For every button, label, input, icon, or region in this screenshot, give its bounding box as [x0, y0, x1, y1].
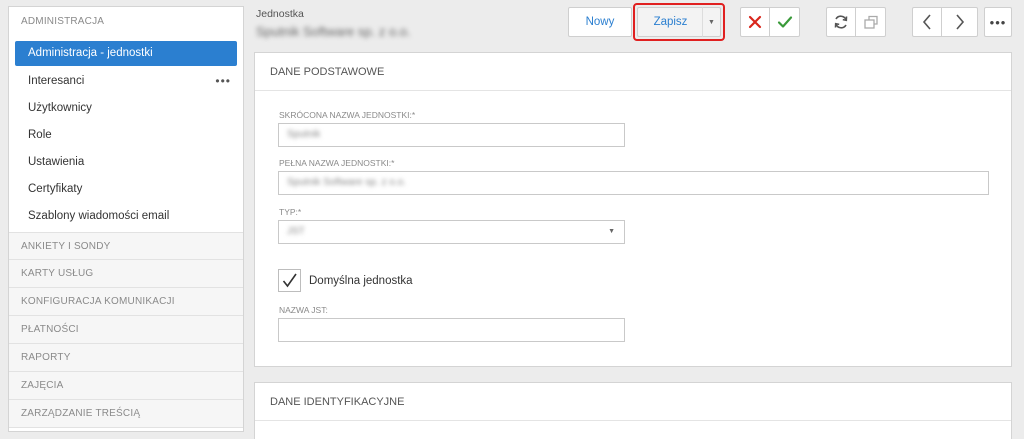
type-label: TYP:*	[279, 207, 302, 217]
short-name-field[interactable]: Sputnik	[278, 123, 625, 147]
panel-basic-data: DANE PODSTAWOWE SKRÓCONA NAZWA JEDNOSTKI…	[254, 52, 1012, 367]
full-name-value: Sputnik Software sp. z o.o.	[287, 177, 406, 188]
sidebar: ADMINISTRACJA Administracja - jednostki …	[8, 6, 244, 432]
accept-button[interactable]	[770, 7, 800, 37]
refresh-button[interactable]	[826, 7, 856, 37]
sidebar-item-role[interactable]: Role	[15, 122, 237, 149]
new-window-button[interactable]	[856, 7, 886, 37]
chevron-down-icon: ▼	[708, 18, 715, 26]
chevron-down-icon: ▼	[608, 228, 615, 235]
sidebar-section-ankiety[interactable]: ANKIETY I SONDY	[9, 232, 243, 260]
sidebar-section-platnosci[interactable]: PŁATNOŚCI	[9, 316, 243, 344]
save-button[interactable]: Zapisz	[637, 7, 703, 37]
checkmark-icon	[282, 273, 297, 288]
type-value: JST	[287, 226, 305, 237]
record-type-label: Jednostka	[256, 8, 304, 20]
panel-title-basic: DANE PODSTAWOWE	[255, 53, 1011, 91]
full-name-field[interactable]: Sputnik Software sp. z o.o.	[278, 171, 989, 195]
record-name: Sputnik Software sp. z o.o.	[256, 24, 411, 39]
default-unit-label: Domyślna jednostka	[309, 275, 413, 287]
short-name-label: SKRÓCONA NAZWA JEDNOSTKI:*	[279, 110, 416, 120]
sidebar-section-karty-uslug[interactable]: KARTY USŁUG	[9, 260, 243, 288]
check-icon	[777, 16, 792, 28]
sidebar-item-administracja-jednostki[interactable]: Administracja - jednostki	[15, 41, 237, 66]
new-button[interactable]: Nowy	[568, 7, 632, 37]
save-dropdown-button[interactable]: ▼	[702, 7, 721, 37]
more-options-icon[interactable]: •••	[215, 68, 231, 95]
short-name-value: Sputnik	[287, 129, 321, 140]
chevron-right-icon	[955, 14, 964, 30]
more-icon: •••	[989, 14, 1007, 30]
jst-name-label: NAZWA JST:	[279, 305, 328, 315]
page: ADMINISTRACJA Administracja - jednostki …	[0, 0, 1024, 439]
sidebar-item-uzytkownicy[interactable]: Użytkownicy	[15, 95, 237, 122]
refresh-icon	[834, 15, 848, 29]
window-icon	[863, 15, 878, 29]
sidebar-section-zarzadzanie[interactable]: ZARZĄDZANIE TREŚCIĄ	[9, 400, 243, 428]
sidebar-item-szablony[interactable]: Szablony wiadomości email	[15, 203, 237, 230]
sidebar-nav-list: Administracja - jednostki Interesanci ••…	[9, 37, 243, 230]
sidebar-item-label: Interesanci	[28, 75, 85, 87]
close-icon	[748, 15, 762, 29]
more-actions-button[interactable]: •••	[984, 7, 1012, 37]
chevron-left-icon	[922, 14, 931, 30]
full-name-label: PEŁNA NAZWA JEDNOSTKI:*	[279, 158, 395, 168]
panel-title-identification: DANE IDENTYFIKACYJNE	[255, 383, 1011, 421]
cancel-button[interactable]	[740, 7, 770, 37]
sidebar-section-zajecia[interactable]: ZAJĘCIA	[9, 372, 243, 400]
sidebar-item-ustawienia[interactable]: Ustawienia	[15, 149, 237, 176]
default-unit-checkbox[interactable]	[278, 269, 301, 292]
sidebar-section-administracja[interactable]: ADMINISTRACJA	[9, 7, 243, 37]
sidebar-item-interesanci[interactable]: Interesanci •••	[15, 68, 237, 95]
jst-name-field[interactable]	[278, 318, 625, 342]
sidebar-section-raporty[interactable]: RAPORTY	[9, 344, 243, 372]
previous-record-button[interactable]	[912, 7, 942, 37]
sidebar-section-konfiguracja[interactable]: KONFIGURACJA KOMUNIKACJI	[9, 288, 243, 316]
sidebar-item-certyfikaty[interactable]: Certyfikaty	[15, 176, 237, 203]
panel-identification-data: DANE IDENTYFIKACYJNE	[254, 382, 1012, 439]
next-record-button[interactable]	[942, 7, 978, 37]
type-select[interactable]: JST ▼	[278, 220, 625, 244]
